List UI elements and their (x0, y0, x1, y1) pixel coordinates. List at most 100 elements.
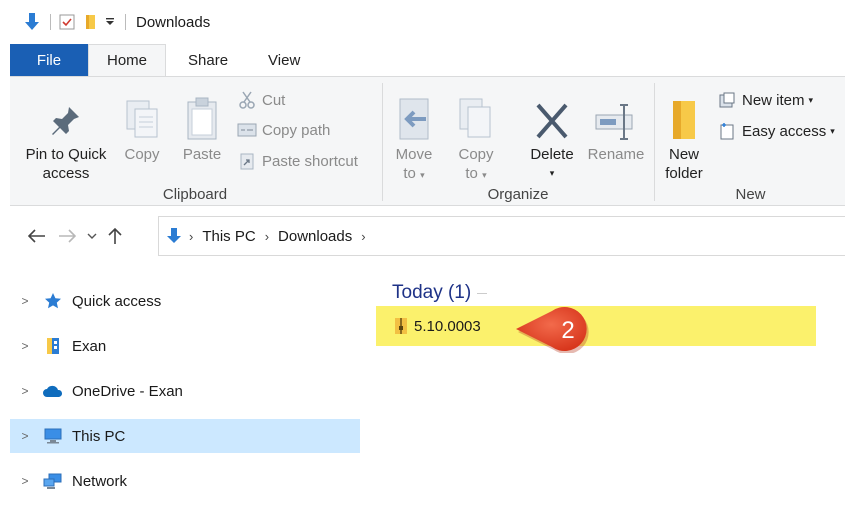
new-item-label: New item (742, 91, 805, 109)
copy-label: Copy (124, 146, 160, 163)
separator (50, 14, 51, 30)
copy-icon (125, 87, 159, 141)
copy-to-label-2: to (465, 165, 478, 182)
tab-view[interactable]: View (250, 44, 318, 76)
download-arrow-icon[interactable] (24, 13, 40, 31)
organize-group: Move to ▾ Copy to ▾ Delete ▾ Rename Orga… (384, 77, 652, 207)
delete-dropdown-icon[interactable]: ▾ (550, 164, 555, 183)
nav-item-label: This PC (72, 427, 126, 445)
copy-to-button[interactable]: Copy to ▾ (454, 87, 498, 185)
easy-access-dropdown-icon: ▾ (830, 125, 835, 136)
rename-label: Rename (587, 146, 645, 163)
forward-arrow-icon[interactable] (52, 229, 82, 243)
properties-icon[interactable] (59, 14, 75, 30)
breadcrumb-separator-icon[interactable]: › (265, 229, 269, 244)
new-group-label: New (735, 186, 766, 203)
cut-button[interactable]: Cut (236, 89, 285, 111)
paste-icon (186, 87, 218, 141)
paste-shortcut-button[interactable]: Paste shortcut (236, 150, 358, 172)
expand-chevron-icon[interactable]: > (10, 474, 40, 488)
organize-group-label: Organize (487, 186, 549, 203)
pin-icon (51, 87, 81, 141)
expand-chevron-icon[interactable]: > (10, 384, 40, 398)
easy-access-icon (716, 122, 738, 140)
tab-share[interactable]: Share (166, 44, 250, 76)
window-title: Downloads (136, 13, 211, 31)
move-to-label-2-row: to ▾ (403, 165, 425, 182)
move-to-label-2: to (403, 165, 416, 182)
tab-file[interactable]: File (10, 44, 88, 76)
computer-icon (40, 428, 66, 444)
rename-button[interactable]: Rename (584, 87, 648, 164)
pin-label-1: Pin to Quick (25, 146, 107, 163)
address-bar[interactable]: › This PC › Downloads › (158, 216, 845, 256)
cloud-icon (40, 384, 66, 398)
user-folder-icon (40, 337, 66, 355)
expand-chevron-icon[interactable]: > (10, 339, 40, 353)
move-to-icon (396, 87, 432, 141)
nav-item-onedrive[interactable]: > OneDrive - Exan (10, 374, 360, 408)
new-folder-qa-icon[interactable] (83, 14, 97, 30)
tab-home[interactable]: Home (88, 44, 167, 76)
copy-path-button[interactable]: Copy path (236, 119, 330, 141)
delete-button[interactable]: Delete ▾ (522, 87, 582, 183)
nav-item-label: Quick access (72, 292, 162, 310)
callout-number: 2 (561, 317, 574, 344)
copy-to-icon (458, 87, 494, 141)
breadcrumb-downloads[interactable]: Downloads (278, 228, 352, 245)
up-arrow-icon[interactable] (102, 227, 128, 245)
clipboard-group-label: Clipboard (162, 186, 228, 203)
nav-item-label: Network (72, 472, 128, 490)
expand-chevron-icon[interactable]: > (10, 294, 40, 308)
cut-label: Cut (262, 91, 286, 109)
move-to-button[interactable]: Move to ▾ (392, 87, 436, 185)
delete-x-icon (535, 87, 569, 141)
zip-folder-icon (394, 317, 408, 335)
group-header-label: Today (1) (392, 282, 472, 303)
back-arrow-icon[interactable] (22, 229, 52, 243)
nav-item-exan[interactable]: > Exan (10, 329, 360, 363)
copy-path-label: Copy path (262, 121, 331, 139)
group-divider (654, 83, 655, 201)
ribbon-tabs: File Home Share View (0, 44, 845, 76)
new-item-icon (716, 92, 738, 108)
move-to-label-1: Move (395, 146, 433, 163)
step-callout: 2 (512, 303, 604, 356)
navigation-pane: > Quick access > Exan > OneDrive - Exan … (10, 284, 360, 509)
new-folder-button[interactable]: New folder (660, 87, 708, 183)
nav-item-network[interactable]: > Network (10, 464, 360, 498)
breadcrumb-this-pc[interactable]: This PC (202, 228, 255, 245)
star-icon (40, 292, 66, 310)
nav-item-label: Exan (72, 337, 107, 355)
easy-access-button[interactable]: Easy access ▾ (716, 120, 835, 142)
group-header-today[interactable]: Today (1) (392, 282, 488, 304)
new-item-button[interactable]: New item ▾ (716, 89, 813, 111)
scissors-icon (236, 91, 258, 109)
breadcrumb-separator-icon[interactable]: › (361, 229, 365, 244)
copy-to-label-1: Copy (458, 146, 494, 163)
nav-item-this-pc[interactable]: > This PC (10, 419, 360, 453)
delete-label: Delete (530, 146, 574, 163)
group-header-rule (477, 292, 488, 294)
file-name: 5.10.0003 (414, 317, 481, 335)
paste-shortcut-icon (236, 152, 258, 170)
clipboard-group: Pin to Quick access Copy Paste Cut Copy … (10, 77, 380, 207)
rename-icon (594, 87, 638, 141)
network-icon (40, 473, 66, 489)
customize-qa-dropdown-icon[interactable] (105, 17, 115, 27)
new-group: New folder New item ▾ Easy access ▾ New (656, 77, 845, 207)
new-folder-label-2: folder (665, 165, 703, 182)
nav-item-quick-access[interactable]: > Quick access (10, 284, 360, 318)
breadcrumb-separator-icon[interactable]: › (189, 229, 193, 244)
folder-icon (669, 87, 699, 141)
group-divider (382, 83, 383, 201)
easy-access-label: Easy access (742, 122, 827, 140)
paste-shortcut-label: Paste shortcut (262, 152, 358, 170)
pin-to-quick-access-button[interactable]: Pin to Quick access (18, 87, 114, 183)
navigation-bar: › This PC › Downloads › (0, 216, 845, 256)
expand-chevron-icon[interactable]: > (10, 429, 40, 443)
new-item-dropdown-icon: ▾ (808, 94, 814, 105)
paste-button[interactable]: Paste (176, 87, 228, 164)
recent-locations-chevron-icon[interactable] (82, 232, 102, 240)
copy-button[interactable]: Copy (118, 87, 166, 164)
